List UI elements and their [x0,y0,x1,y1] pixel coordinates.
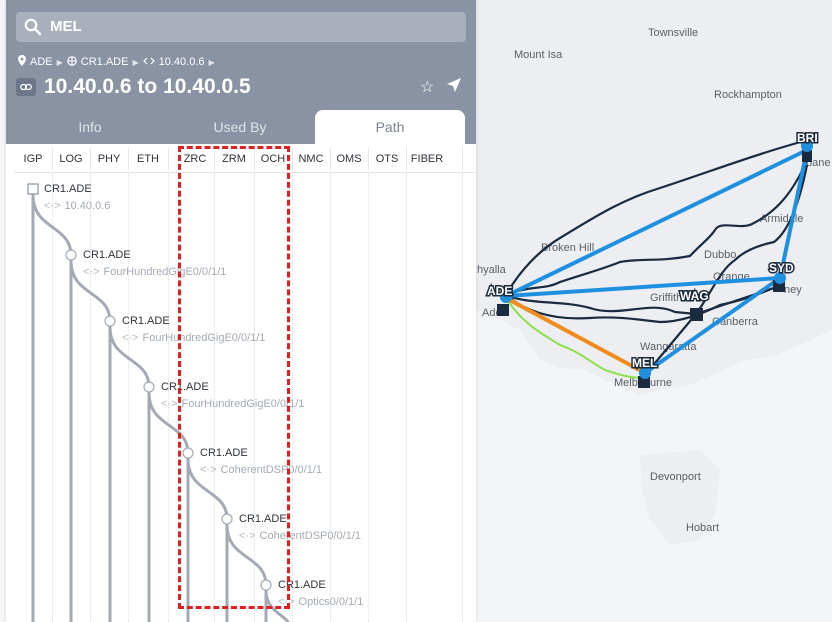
svg-text:SYD: SYD [769,261,794,275]
node-port[interactable]: <·> FourHundredGigE0/0/1/1 [122,332,265,344]
node-port[interactable]: <·> FourHundredGigE0/0/1/1 [161,398,304,410]
path-node[interactable] [143,381,155,393]
city-label: Melb [614,377,638,389]
node-port[interactable]: <·> CoherentDSP0/0/1/1 [239,530,361,542]
node-port[interactable]: <·> 10.40.0.6 [44,200,110,212]
node-name[interactable]: CR1.ADE [239,513,287,525]
svg-text:WAG: WAG [680,289,709,303]
city-label: Dubbo [704,249,736,261]
city-label: ney [784,284,802,296]
node-port[interactable]: <·> CoherentDSP0/0/1/1 [200,464,322,476]
node-name[interactable]: CR1.ADE [122,315,170,327]
path-node[interactable] [221,513,233,525]
port-label: FourHundredGigE0/0/1/1 [142,332,266,344]
interface-icon: <·> [44,200,61,212]
city-label: Griffith [650,292,682,304]
interface-icon: <·> [161,398,178,410]
svg-text:MEL: MEL [632,356,657,370]
path-panel: MEL ADE ▶ CR1.ADE ▶ 10.40.0.6 ▶ 10.40.0.… [6,0,476,622]
interface-icon: <·> [122,332,139,344]
svg-text:ADE: ADE [487,284,512,298]
path-node[interactable] [260,579,272,591]
city-label: Rockhampton [714,89,782,101]
svg-text:BRI: BRI [797,131,818,145]
port-label: FourHundredGigE0/0/1/1 [103,266,227,278]
port-label: Optics0/0/1/1 [298,596,364,608]
path-tree [27,183,290,622]
node-name[interactable]: CR1.ADE [83,249,131,261]
port-label: CoherentDSP0/0/1/1 [220,464,323,476]
node-name[interactable]: CR1.ADE [161,381,209,393]
node-port[interactable]: <·> Optics0/0/1/1 [278,596,363,608]
city-label: Broken Hill [541,242,594,254]
path-node[interactable] [104,315,116,327]
city-label: Hobart [686,522,719,534]
node-name[interactable]: CR1.ADE [44,183,92,195]
port-label: FourHundredGigE0/0/1/1 [181,398,305,410]
city-label: urne [650,377,672,389]
path-node[interactable] [65,249,77,261]
path-node[interactable] [182,447,194,459]
port-label: 10.40.0.6 [64,200,111,212]
city-label: Townsville [648,27,698,39]
node-port[interactable]: <·> FourHundredGigE0/0/1/1 [83,266,226,278]
interface-icon: <·> [239,530,256,542]
node-name[interactable]: CR1.ADE [200,447,248,459]
node-name[interactable]: CR1.ADE [278,579,326,591]
city-label: Devonport [650,471,701,483]
interface-icon: <·> [200,464,217,476]
port-label: CoherentDSP0/0/1/1 [259,530,362,542]
interface-icon: <·> [83,266,100,278]
city-label: Mount Isa [514,49,563,61]
city-label: hyalla [477,264,507,276]
root-node[interactable] [27,183,39,195]
interface-icon: <·> [278,596,295,608]
